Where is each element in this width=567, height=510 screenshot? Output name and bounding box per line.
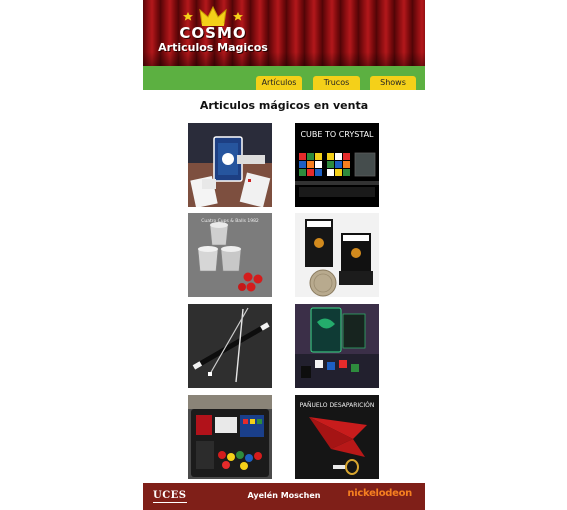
nav-bar: Artículos Trucos Shows: [143, 66, 425, 90]
page: COSMO Articulos Magicos Artículos Trucos…: [143, 0, 425, 510]
vanishing-handkerchief-image: PAÑUELO DESAPARICIÓN: [295, 395, 379, 479]
product-card-magic-kit[interactable]: [188, 395, 272, 479]
logo-subtitle: Articulos Magicos: [158, 41, 268, 54]
footer: UCES Ayelén Moschen nickelodeon: [143, 483, 425, 510]
header-banner: COSMO Articulos Magicos: [143, 0, 425, 66]
product-caption: CUBE TO CRYSTAL: [300, 130, 374, 139]
nickelodeon-logo[interactable]: nickelodeon: [347, 488, 412, 499]
cups-and-balls-image: Cuatro Cups & Balls 1982: [188, 213, 272, 297]
coin-box-image: [295, 213, 379, 297]
product-caption: Cuatro Cups & Balls 1982: [201, 218, 259, 224]
product-card-coin-box[interactable]: [295, 213, 379, 297]
product-card-magic-wands[interactable]: [188, 304, 272, 388]
nav-articulos-button[interactable]: Artículos: [256, 76, 302, 90]
product-card-cups-and-balls[interactable]: Cuatro Cups & Balls 1982: [188, 213, 272, 297]
product-card-playing-cards[interactable]: [188, 123, 272, 207]
product-card-vanishing-handkerchief[interactable]: PAÑUELO DESAPARICIÓN: [295, 395, 379, 479]
product-card-cube-to-crystal[interactable]: CUBE TO CRYSTAL: [295, 123, 379, 207]
logo-title: COSMO: [179, 24, 247, 42]
product-caption: PAÑUELO DESAPARICIÓN: [300, 402, 375, 409]
nav-trucos-button[interactable]: Trucos: [313, 76, 360, 90]
product-card-deck-dice[interactable]: [295, 304, 379, 388]
nav-shows-button[interactable]: Shows: [370, 76, 416, 90]
magic-kit-case-image: [188, 395, 272, 479]
magic-wands-image: [188, 304, 272, 388]
page-title: Articulos mágicos en venta: [199, 99, 369, 112]
site-logo[interactable]: COSMO Articulos Magicos: [153, 4, 273, 62]
cube-to-crystal-image: CUBE TO CRYSTAL: [295, 123, 379, 207]
card-deck-dice-image: [295, 304, 379, 388]
playing-cards-image: [188, 123, 272, 207]
